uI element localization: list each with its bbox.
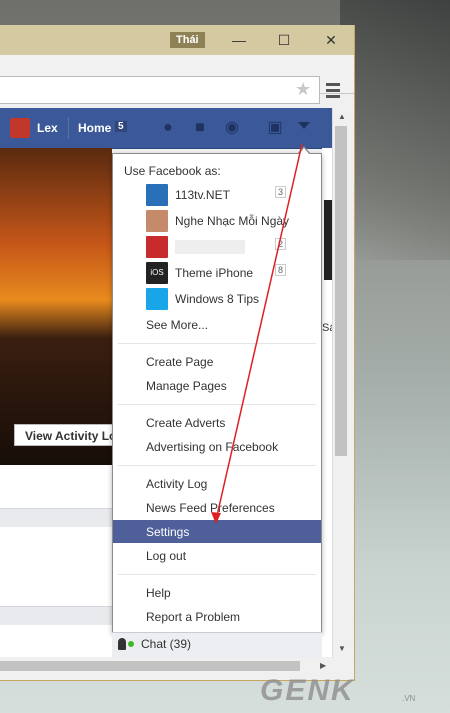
annotation-arrow xyxy=(211,143,303,524)
arrow-head-icon xyxy=(211,512,221,524)
arrow-line xyxy=(215,143,303,521)
genk-watermark: GENK xyxy=(260,674,355,707)
genk-watermark-suffix: .VN xyxy=(402,694,416,703)
